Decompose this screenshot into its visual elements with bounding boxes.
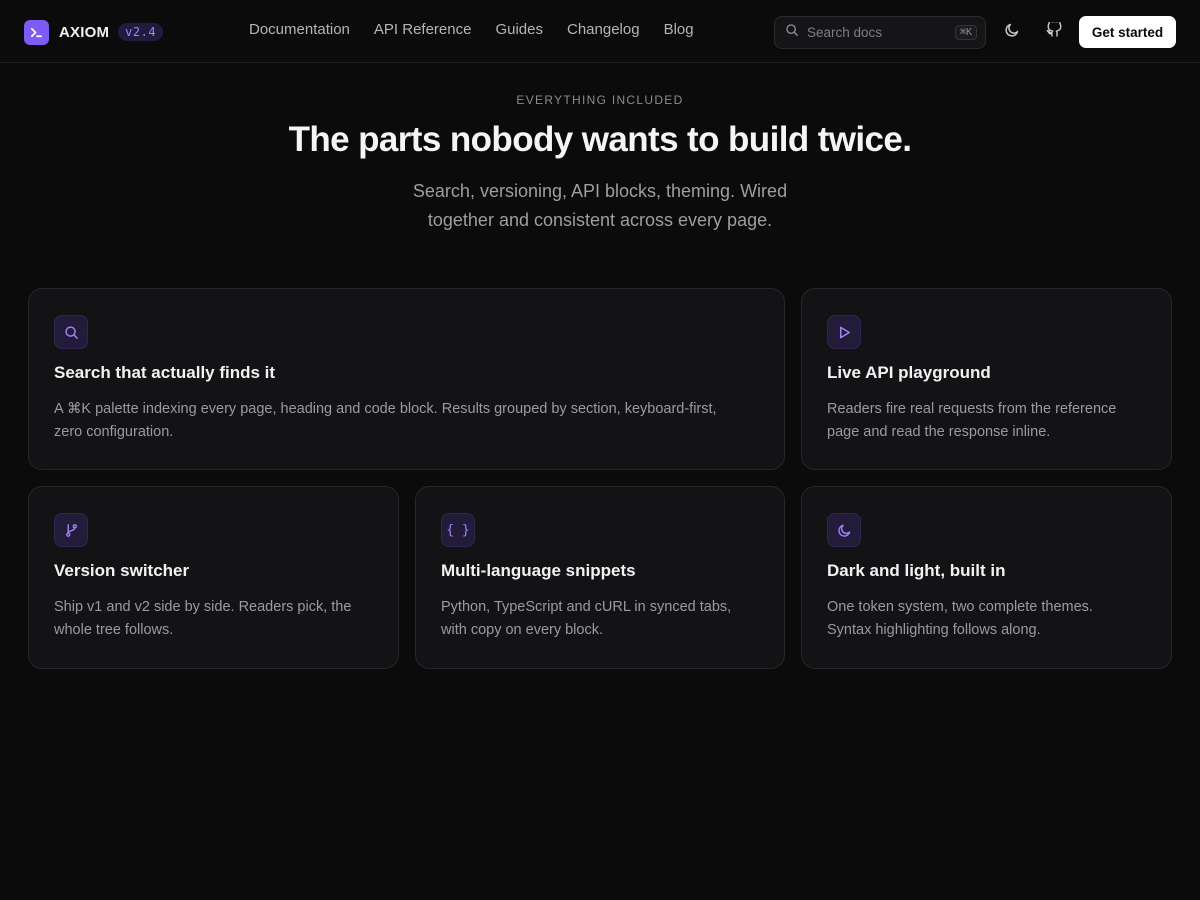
search-placeholder: Search docs xyxy=(807,25,883,40)
feature-card-search: Search that actually finds it A ⌘K palet… xyxy=(28,288,785,470)
feature-description-line-2: zero configuration. xyxy=(54,424,174,440)
feature-title: Multi-language snippets xyxy=(441,561,636,580)
feature-description-line-2: with copy on every block. xyxy=(441,622,603,638)
feature-description-line-1: Readers fire real requests from the refe… xyxy=(827,401,1117,417)
moon-icon xyxy=(1004,22,1020,43)
version-badge[interactable]: v2.4 xyxy=(118,23,164,41)
feature-description: A ⌘K palette indexing every page, headin… xyxy=(54,398,717,444)
subtitle-line-2: together and consistent across every pag… xyxy=(427,210,773,230)
feature-description: One token system, two complete themes. S… xyxy=(827,596,1093,642)
feature-description: Ship v1 and v2 side by side. Readers pic… xyxy=(54,596,351,642)
feature-description-line-1: Ship v1 and v2 side by side. Readers pic… xyxy=(54,599,352,615)
feature-description-line-1: Python, TypeScript and cURL in synced ta… xyxy=(441,599,732,615)
feature-title: Live API playground xyxy=(827,363,991,382)
braces-glyph: { } xyxy=(446,522,470,538)
search-input[interactable]: Search docs ⌘K xyxy=(774,16,986,49)
feature-title: Dark and light, built in xyxy=(827,561,1006,580)
nav-links: Documentation API Reference Guides Chang… xyxy=(249,21,694,38)
feature-title: Version switcher xyxy=(54,561,190,580)
feature-card-snippets: { } Multi-language snippets Python, Type… xyxy=(415,486,785,669)
nav-link-blog[interactable]: Blog xyxy=(664,21,694,38)
nav-link-documentation[interactable]: Documentation xyxy=(249,21,350,38)
top-nav: AXIOM v2.4 Documentation API Reference G… xyxy=(0,0,1200,63)
play-icon xyxy=(827,315,861,349)
feature-description: Readers fire real requests from the refe… xyxy=(827,398,1116,444)
brand-name: AXIOM xyxy=(59,23,110,41)
braces-icon: { } xyxy=(441,513,475,547)
subtitle-line-1: Search, versioning, API blocks, theming.… xyxy=(412,181,788,201)
feature-description-line-1: A ⌘K palette indexing every page, headin… xyxy=(54,401,717,417)
feature-title: Search that actually finds it xyxy=(54,363,276,382)
github-icon xyxy=(1046,19,1062,43)
get-started-button[interactable]: Get started xyxy=(1079,16,1176,48)
nav-link-changelog[interactable]: Changelog xyxy=(567,21,640,38)
terminal-logo-icon xyxy=(24,19,49,45)
github-button[interactable] xyxy=(1042,19,1066,44)
page-title: The parts nobody wants to build twice. xyxy=(288,120,912,159)
feature-card-api-playground: Live API playground Readers fire real re… xyxy=(801,288,1172,470)
search-icon xyxy=(54,315,88,349)
page-subtitle: Search, versioning, API blocks, theming.… xyxy=(390,177,810,235)
brand[interactable]: AXIOM v2.4 xyxy=(24,19,164,45)
feature-description: Python, TypeScript and cURL in synced ta… xyxy=(441,596,731,642)
search-shortcut: ⌘K xyxy=(954,25,977,40)
nav-link-guides[interactable]: Guides xyxy=(495,21,543,38)
feature-description-line-2: page and read the response inline. xyxy=(827,424,1051,440)
feature-card-version-switcher: Version switcher Ship v1 and v2 side by … xyxy=(28,486,399,669)
section-eyebrow: EVERYTHING INCLUDED xyxy=(516,93,684,107)
feature-description-line-2: whole tree follows. xyxy=(54,622,174,638)
git-branch-icon xyxy=(54,513,88,547)
search-icon xyxy=(785,23,799,42)
feature-card-themes: Dark and light, built in One token syste… xyxy=(801,486,1172,669)
feature-description-line-2: Syntax highlighting follows along. xyxy=(827,622,1041,638)
feature-description-line-1: One token system, two complete themes. xyxy=(827,599,1093,615)
nav-link-api-reference[interactable]: API Reference xyxy=(374,21,472,38)
moon-icon xyxy=(827,513,861,547)
theme-toggle-button[interactable] xyxy=(1000,20,1024,44)
